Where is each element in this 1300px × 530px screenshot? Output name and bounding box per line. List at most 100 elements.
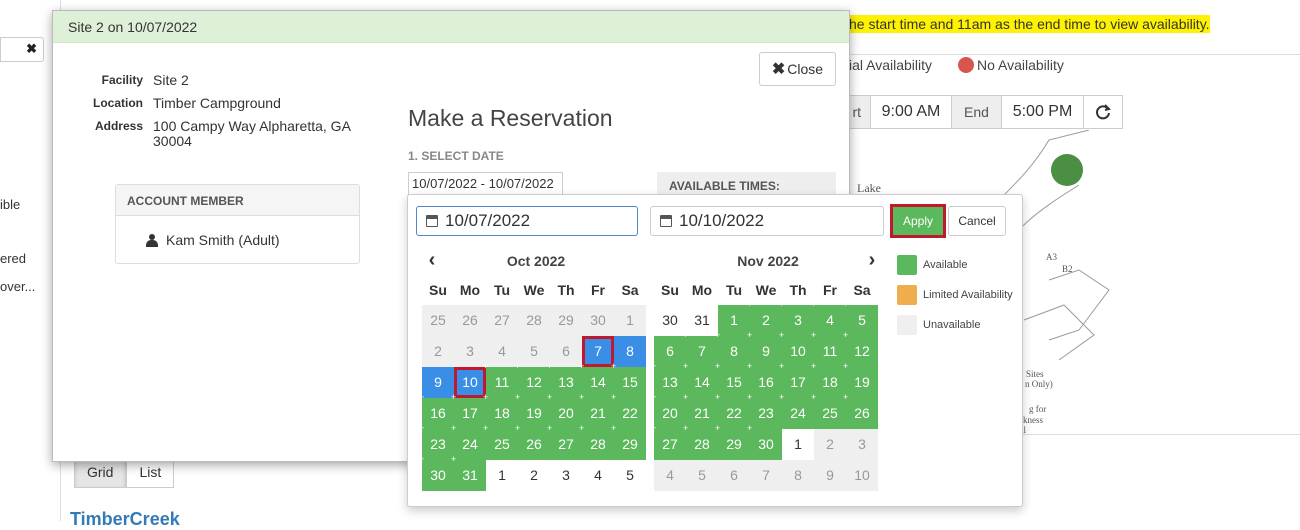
account-member-heading: ACCOUNT MEMBER (116, 185, 359, 216)
calendar-day[interactable]: 24 (779, 392, 814, 429)
calendar-day[interactable]: 12 (515, 361, 550, 398)
calendar-day[interactable]: 18 (483, 392, 518, 429)
calendar-day: 6 (550, 336, 582, 367)
calendar-day[interactable]: 31 (686, 305, 718, 336)
calendar-day[interactable]: 5 (843, 299, 878, 336)
calendar-day[interactable]: 26 (515, 423, 550, 460)
calendar-day[interactable]: 2 (518, 460, 550, 491)
calendar-day[interactable]: 13 (651, 361, 686, 398)
calendar-day: 3 (846, 429, 878, 460)
calendar-day[interactable]: 4 (811, 299, 846, 336)
calendar-day[interactable]: 11 (811, 330, 846, 367)
calendar-day[interactable]: 27 (651, 423, 686, 460)
calendar-day[interactable]: 12 (843, 330, 878, 367)
end-time-label-box: End (951, 95, 1002, 129)
calendar-day[interactable]: 7 (683, 330, 718, 367)
chevron-right-icon[interactable]: › (862, 247, 882, 275)
weekday-header: Su Mo Tu We Th Fr Sa (429, 282, 639, 298)
calendar-day: 2 (814, 429, 846, 460)
calendar-day[interactable]: 26 (843, 392, 878, 429)
address-value: 100 Campy Way Alpharetta, GA 30004 (153, 118, 351, 149)
calendar-day[interactable]: 31 (451, 454, 486, 491)
calendar-day[interactable]: 17 (451, 392, 486, 429)
calendar-day[interactable]: 9 (422, 367, 454, 398)
date-range-input[interactable]: 10/07/2022 - 10/07/2022 (408, 172, 563, 196)
map-marker[interactable] (1051, 154, 1083, 186)
month-grid: 3031123456789101112131415161718192021222… (651, 299, 882, 491)
calendar-day[interactable]: 30 (747, 423, 782, 460)
calendar-day[interactable]: 18 (811, 361, 846, 398)
calendar-day[interactable]: 7 (582, 336, 614, 367)
side-text-2: ered (0, 251, 27, 266)
calendar-day[interactable]: 16 (747, 361, 782, 398)
calendar-day[interactable]: 19 (515, 392, 550, 429)
calendar-day[interactable]: 11 (483, 361, 518, 398)
calendar-day[interactable]: 16 (419, 392, 454, 429)
calendar-day[interactable]: 8 (715, 330, 750, 367)
end-date-input[interactable]: 10/10/2022 (650, 206, 884, 236)
start-date-input[interactable]: 10/07/2022 (416, 206, 638, 236)
calendar-day[interactable]: 1 (782, 429, 814, 460)
calendar-day[interactable]: 28 (683, 423, 718, 460)
calendar-day[interactable]: 2 (747, 299, 782, 336)
calendar-day[interactable]: 6 (651, 330, 686, 367)
calendar-day[interactable]: 20 (651, 392, 686, 429)
calendar-day[interactable]: 17 (779, 361, 814, 398)
calendar-day[interactable]: 3 (779, 299, 814, 336)
cancel-button[interactable]: Cancel (948, 206, 1006, 236)
calendar-day[interactable]: 14 (683, 361, 718, 398)
close-button[interactable]: ✖ Close (759, 52, 836, 86)
calendar-day[interactable]: 27 (547, 423, 582, 460)
legend-no-availability: No Availability (958, 57, 1064, 73)
calendar-day[interactable]: 4 (582, 460, 614, 491)
calendar-day[interactable]: 22 (611, 392, 646, 429)
calendar-day[interactable]: 8 (614, 336, 646, 367)
calendar-day[interactable]: 21 (683, 392, 718, 429)
legend-swatch (897, 255, 917, 275)
calendar-day[interactable]: 10 (779, 330, 814, 367)
close-icon: ✖ (771, 61, 786, 78)
calendar-day[interactable]: 25 (811, 392, 846, 429)
calendar-day[interactable]: 20 (547, 392, 582, 429)
map-label-b2: B2 (1062, 264, 1073, 274)
chevron-left-icon[interactable]: ‹ (422, 247, 442, 275)
clear-search-button[interactable]: ✖ (0, 37, 44, 62)
calendar-day[interactable]: 15 (611, 361, 646, 398)
calendar-day[interactable]: 22 (715, 392, 750, 429)
calendar-day[interactable]: 25 (483, 423, 518, 460)
apply-button[interactable]: Apply (890, 204, 946, 238)
calendar-day: 26 (454, 305, 486, 336)
calendar-day: 25 (422, 305, 454, 336)
calendar-day[interactable]: 9 (747, 330, 782, 367)
campground-link[interactable]: TimberCreek (70, 509, 180, 530)
calendar-day[interactable]: 13 (547, 361, 582, 398)
map-label-lake: Lake (857, 181, 881, 195)
facility-value: Site 2 (153, 72, 189, 88)
calendar-day: 7 (750, 460, 782, 491)
account-member-panel: ACCOUNT MEMBER Kam Smith (Adult) (115, 184, 360, 264)
calendar-day[interactable]: 3 (550, 460, 582, 491)
calendar-day[interactable]: 14 (579, 361, 614, 398)
map-label-only: n Only) (1025, 379, 1053, 389)
calendar-day[interactable]: 23 (747, 392, 782, 429)
calendar-day[interactable]: 23 (419, 423, 454, 460)
calendar-day[interactable]: 24 (451, 423, 486, 460)
calendar-day[interactable]: 21 (579, 392, 614, 429)
calendar-day[interactable]: 1 (715, 299, 750, 336)
facility-label: Facility (101, 73, 143, 87)
calendar-day[interactable]: 19 (843, 361, 878, 398)
page-title: Make a Reservation (408, 105, 613, 131)
calendar-day[interactable]: 30 (419, 454, 454, 491)
map-label-a3: A3 (1046, 252, 1057, 262)
calendar-day[interactable]: 10 (454, 367, 486, 398)
calendar-day[interactable]: 5 (614, 460, 646, 491)
calendar-day[interactable]: 29 (611, 423, 646, 460)
end-time-input[interactable]: 5:00 PM (1001, 95, 1084, 129)
start-time-input[interactable]: 9:00 AM (870, 95, 952, 129)
calendar-day[interactable]: 28 (579, 423, 614, 460)
calendar-day[interactable]: 1 (486, 460, 518, 491)
refresh-button[interactable] (1083, 95, 1123, 129)
calendar-day[interactable]: 30 (654, 305, 686, 336)
calendar-day[interactable]: 29 (715, 423, 750, 460)
calendar-day[interactable]: 15 (715, 361, 750, 398)
